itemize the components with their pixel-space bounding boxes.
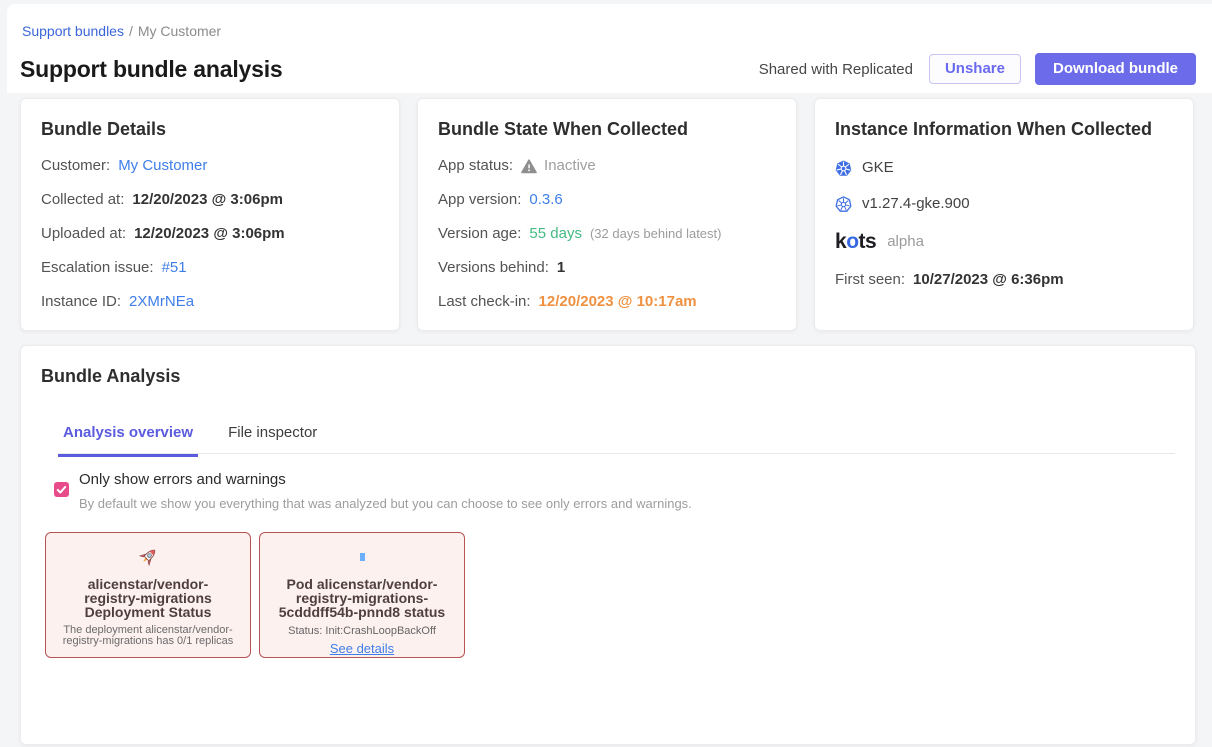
instance-id-row: Instance ID: 2XMrNEa	[41, 293, 379, 311]
collected-at-label: Collected at:	[41, 191, 124, 209]
first-seen-value: 10/27/2023 @ 6:36pm	[913, 271, 1064, 289]
last-checkin-label: Last check-in:	[438, 293, 531, 311]
kots-row: kots alpha	[835, 231, 1173, 253]
rocket-icon	[55, 544, 241, 570]
uploaded-at-label: Uploaded at:	[41, 225, 126, 243]
app-version-label: App version:	[438, 191, 521, 209]
finding-title: alicenstar/vendor- registry-migrations D…	[55, 577, 241, 619]
instance-id-label: Instance ID:	[41, 293, 121, 311]
page-title: Support bundle analysis	[20, 52, 283, 86]
filter-label: Only show errors and warnings	[79, 471, 692, 489]
kubernetes-version-icon	[835, 196, 852, 213]
versions-behind-value: 1	[557, 259, 565, 277]
versions-behind-label: Versions behind:	[438, 259, 549, 277]
version-age-label: Version age:	[438, 225, 521, 243]
uploaded-at-value: 12/20/2023 @ 3:06pm	[134, 225, 285, 243]
errors-only-checkbox[interactable]	[54, 482, 69, 497]
finding-card-pod-status: Pod alicenstar/vendor- registry-migratio…	[259, 532, 465, 658]
escalation-issue-link[interactable]: #51	[162, 259, 187, 277]
last-checkin-row: Last check-in: 12/20/2023 @ 10:17am	[438, 293, 776, 311]
bundle-details-card: Bundle Details Customer: My Customer Col…	[20, 98, 400, 331]
bundle-state-title: Bundle State When Collected	[438, 117, 776, 141]
escalation-issue-row: Escalation issue: #51	[41, 259, 379, 277]
checkmark-icon	[55, 483, 68, 496]
customer-link[interactable]: My Customer	[118, 157, 207, 175]
bundle-state-card: Bundle State When Collected App status: …	[417, 98, 797, 331]
finding-title: Pod alicenstar/vendor- registry-migratio…	[269, 577, 455, 619]
filter-texts: Only show errors and warnings By default…	[79, 471, 692, 512]
see-details-link[interactable]: See details	[330, 641, 394, 656]
kubernetes-version-row: v1.27.4-gke.900	[835, 195, 1173, 213]
kots-logo-o: o	[846, 230, 858, 253]
shared-status-text: Shared with Replicated	[759, 61, 913, 78]
info-cards-row: Bundle Details Customer: My Customer Col…	[20, 98, 1194, 331]
kots-channel: alpha	[887, 233, 924, 251]
last-checkin-value: 12/20/2023 @ 10:17am	[539, 293, 697, 311]
first-seen-label: First seen:	[835, 271, 905, 289]
breadcrumb-separator: /	[129, 23, 133, 39]
finding-card-deployment-status: alicenstar/vendor- registry-migrations D…	[45, 532, 251, 658]
unshare-button[interactable]: Unshare	[929, 54, 1021, 84]
errors-only-filter: Only show errors and warnings By default…	[54, 471, 692, 512]
customer-label: Customer:	[41, 157, 110, 175]
finding-status: Status: Init:CrashLoopBackOff	[269, 625, 455, 637]
escalation-issue-label: Escalation issue:	[41, 259, 154, 277]
pod-icon	[269, 544, 455, 570]
breadcrumb-support-bundles-link[interactable]: Support bundles	[22, 23, 124, 39]
distribution-value: GKE	[862, 159, 894, 177]
customer-row: Customer: My Customer	[41, 157, 379, 175]
bundle-analysis-card: Bundle Analysis Analysis overview File i…	[20, 345, 1196, 745]
app-status-value: Inactive	[544, 157, 596, 175]
breadcrumb: Support bundles / My Customer	[22, 21, 221, 41]
kots-logo: kots	[835, 231, 876, 253]
app-version-link[interactable]: 0.3.6	[529, 191, 562, 209]
collected-at-row: Collected at: 12/20/2023 @ 3:06pm	[41, 191, 379, 209]
finding-description: The deployment alicenstar/vendor- regist…	[55, 625, 241, 647]
findings-list: alicenstar/vendor- registry-migrations D…	[45, 532, 465, 658]
bundle-analysis-title: Bundle Analysis	[41, 366, 180, 387]
first-seen-row: First seen: 10/27/2023 @ 6:36pm	[835, 271, 1173, 289]
support-bundle-analysis-page: Support bundles / My Customer Support bund…	[0, 0, 1212, 747]
uploaded-at-row: Uploaded at: 12/20/2023 @ 3:06pm	[41, 225, 379, 243]
header-panel: Support bundles / My Customer Support bund…	[7, 4, 1212, 93]
kubernetes-distribution-icon	[835, 160, 852, 177]
filter-description: By default we show you everything that w…	[79, 496, 692, 512]
instance-info-card: Instance Information When Collected	[814, 98, 1194, 331]
distribution-row: GKE	[835, 159, 1173, 177]
bundle-details-title: Bundle Details	[41, 117, 379, 141]
version-age-value: 55 days	[529, 225, 582, 243]
versions-behind-row: Versions behind: 1	[438, 259, 776, 277]
version-age-note: (32 days behind latest)	[590, 225, 722, 243]
instance-id-link[interactable]: 2XMrNEa	[129, 293, 194, 311]
header-actions: Shared with Replicated Unshare Download …	[759, 52, 1196, 86]
version-age-row: Version age: 55 days (32 days behind lat…	[438, 225, 776, 243]
app-version-row: App version: 0.3.6	[438, 191, 776, 209]
download-bundle-button[interactable]: Download bundle	[1035, 53, 1196, 85]
warning-icon	[521, 159, 537, 174]
instance-info-title: Instance Information When Collected	[835, 117, 1173, 141]
breadcrumb-current: My Customer	[138, 23, 221, 39]
tabs-divider	[58, 453, 1175, 454]
collected-at-value: 12/20/2023 @ 3:06pm	[132, 191, 283, 209]
app-status-row: App status: Inactive	[438, 157, 776, 175]
kubernetes-version-value: v1.27.4-gke.900	[862, 195, 970, 213]
app-status-label: App status:	[438, 157, 513, 175]
